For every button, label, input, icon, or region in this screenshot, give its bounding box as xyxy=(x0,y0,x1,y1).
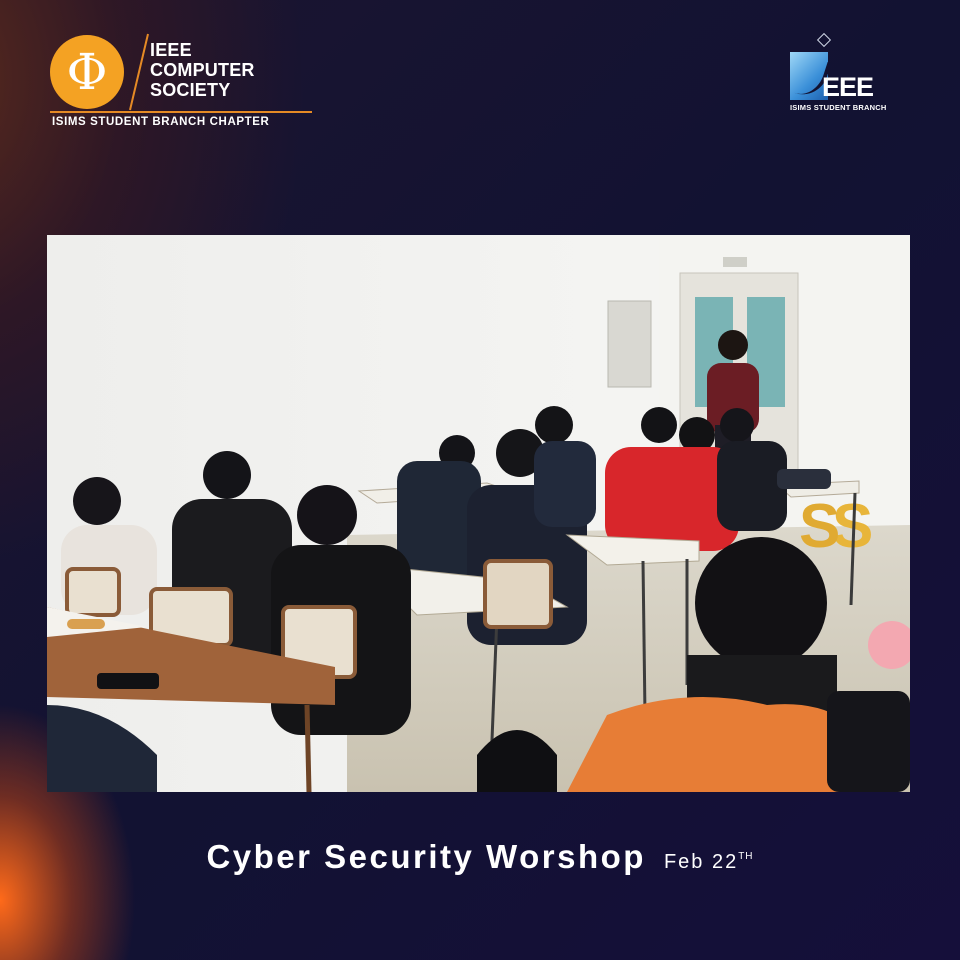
wordmark-line-computer: COMPUTER xyxy=(150,60,255,80)
wordmark-line-society: SOCIETY xyxy=(150,80,231,100)
diamond-icon xyxy=(816,32,832,48)
svg-text:S: S xyxy=(799,492,840,561)
wordmark-line-ieee: IEEE xyxy=(150,40,192,60)
event-date-suffix: TH xyxy=(738,851,754,862)
computer-society-logo: Φ IEEE COMPUTER SOCIETY ISIMS STUDENT BR… xyxy=(50,32,312,132)
ieee-student-branch-logo: EEE ISIMS STUDENT BRANCH xyxy=(788,32,886,114)
classroom-illustration: S S xyxy=(47,235,910,792)
phi-symbol: Φ xyxy=(66,43,108,101)
event-date-text: Feb 22 xyxy=(663,851,739,873)
classroom-photo: S S xyxy=(47,235,910,792)
chapter-subtitle: ISIMS STUDENT BRANCH CHAPTER xyxy=(52,116,270,128)
event-date: Feb 22TH xyxy=(664,851,754,873)
event-caption: Cyber Security Worshop Feb 22TH xyxy=(0,838,960,876)
ieee-wordmark: EEE xyxy=(822,72,874,102)
student-branch-subtitle: ISIMS STUDENT BRANCH xyxy=(790,103,887,112)
event-title: Cyber Security Worshop xyxy=(206,838,646,875)
computer-society-wordmark: IEEE COMPUTER SOCIETY xyxy=(150,40,255,100)
phi-logo-icon: Φ xyxy=(50,35,124,109)
divider-slash-icon xyxy=(129,33,149,111)
logo-underline xyxy=(50,111,312,113)
